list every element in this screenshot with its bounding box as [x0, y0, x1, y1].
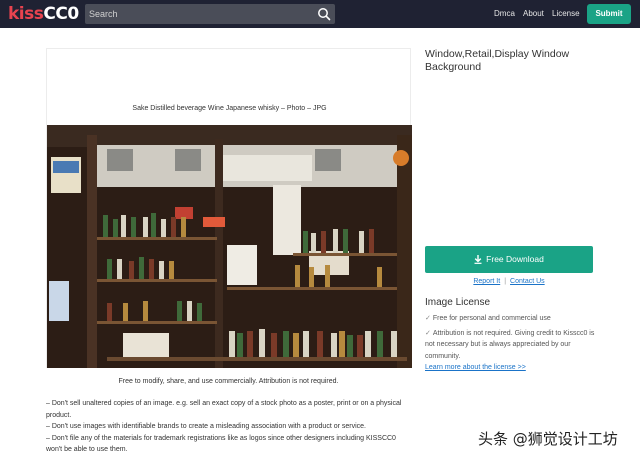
- submit-button[interactable]: Submit: [587, 4, 631, 24]
- image-title: Window,Retail,Display Window Background: [425, 48, 570, 73]
- contact-link[interactable]: Contact Us: [510, 278, 545, 285]
- report-link[interactable]: Report It: [473, 278, 500, 285]
- learn-more-link[interactable]: Learn more about the license >>: [425, 364, 526, 371]
- rule-item: – Don't file any of the materials for tr…: [46, 434, 396, 454]
- license-list: ✓ Free for personal and commercial use ✓ A…: [425, 313, 600, 362]
- top-navbar: kissCC0 Dmca About License Submit: [0, 0, 640, 28]
- check-icon: ✓: [425, 329, 431, 337]
- watermark: 头条 @狮觉设计工坊: [478, 430, 618, 448]
- preview-photo[interactable]: [47, 125, 412, 368]
- usage-summary: Free to modify, share, and use commercia…: [118, 378, 339, 385]
- nav-about[interactable]: About: [523, 9, 544, 19]
- link-separator: |: [504, 278, 507, 285]
- download-label: Free Download: [486, 254, 544, 264]
- image-card: Sake Distilled beverage Wine Japanese wh…: [46, 48, 412, 368]
- nav-license[interactable]: License: [552, 9, 580, 19]
- site-logo[interactable]: kissCC0: [8, 4, 79, 24]
- photo-illustration: [47, 125, 412, 368]
- free-download-button[interactable]: Free Download: [425, 246, 593, 273]
- download-icon: [474, 255, 482, 265]
- usage-rules: – Don't sell unaltered copies of an imag…: [46, 398, 411, 456]
- search-icon[interactable]: [317, 7, 331, 21]
- license-item-text: Attribution is not required. Giving cred…: [425, 329, 595, 360]
- license-heading: Image License: [425, 297, 491, 308]
- search-box: [85, 4, 335, 24]
- license-item: ✓ Free for personal and commercial use: [425, 313, 600, 325]
- search-input[interactable]: [85, 4, 310, 24]
- image-caption: Sake Distilled beverage Wine Japanese wh…: [132, 105, 327, 112]
- logo-text-kiss: kiss: [8, 4, 44, 24]
- nav-dmca[interactable]: Dmca: [494, 9, 515, 19]
- rule-item: – Don't sell unaltered copies of an imag…: [46, 400, 402, 419]
- license-item: ✓ Attribution is not required. Giving cre…: [425, 328, 600, 363]
- check-icon: ✓: [425, 315, 431, 322]
- license-item-text: Free for personal and commercial use: [432, 315, 551, 322]
- rule-item: – Don't use images with identifiable bra…: [46, 423, 367, 430]
- report-contact-row: Report It | Contact Us: [425, 278, 593, 285]
- logo-text-cc0: CC0: [43, 4, 79, 24]
